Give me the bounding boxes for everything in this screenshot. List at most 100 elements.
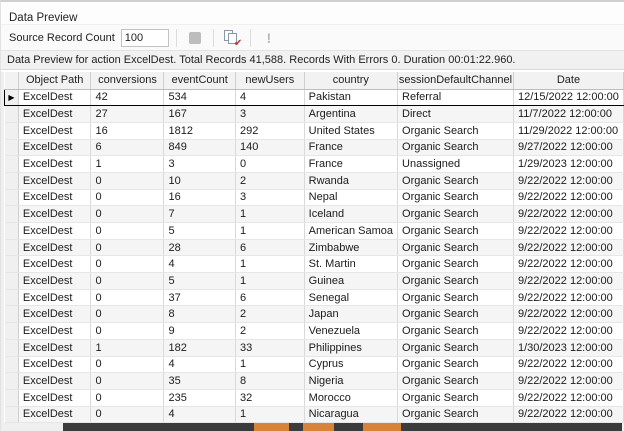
cell[interactable]: 1/30/2023 12:00:00 [513, 339, 623, 356]
cell[interactable]: ExcelDest [18, 239, 91, 256]
cell[interactable]: 0 [235, 156, 304, 173]
row-selector[interactable] [5, 223, 19, 240]
cell[interactable]: ExcelDest [18, 323, 91, 340]
cell[interactable]: 16 [164, 189, 235, 206]
cell[interactable]: 9/22/2022 12:00:00 [513, 206, 623, 223]
cell[interactable]: Venezuela [304, 323, 397, 340]
column-header-newUsers[interactable]: newUsers [235, 72, 304, 89]
cell[interactable]: 2 [235, 172, 304, 189]
cell[interactable]: 9/22/2022 12:00:00 [513, 273, 623, 290]
error-indicator-button[interactable]: ! [258, 28, 280, 48]
cell[interactable]: 2 [235, 323, 304, 340]
cell[interactable]: 0 [91, 356, 164, 373]
cell[interactable]: 167 [164, 106, 235, 123]
row-selector[interactable] [5, 339, 19, 356]
cell[interactable]: 0 [91, 223, 164, 240]
copy-results-button[interactable]: ✔ [221, 28, 243, 48]
cell[interactable]: St. Martin [304, 256, 397, 273]
cell[interactable]: Rwanda [304, 172, 397, 189]
cell[interactable]: 0 [91, 172, 164, 189]
cell[interactable]: ExcelDest [18, 273, 91, 290]
cell[interactable]: France [304, 156, 397, 173]
cell[interactable]: Referral [398, 89, 514, 106]
cell[interactable]: 182 [164, 339, 235, 356]
cell[interactable]: Cyprus [304, 356, 397, 373]
cell[interactable]: 6 [235, 289, 304, 306]
cell[interactable]: ExcelDest [18, 356, 91, 373]
cell[interactable]: ExcelDest [18, 223, 91, 240]
cell[interactable]: 5 [164, 223, 235, 240]
cell[interactable]: Nigeria [304, 373, 397, 390]
cell[interactable]: 9/22/2022 12:00:00 [513, 406, 623, 423]
cell[interactable]: 9 [164, 323, 235, 340]
column-header-eventCount[interactable]: eventCount [164, 72, 235, 89]
cell[interactable]: Philippines [304, 339, 397, 356]
cell[interactable]: Organic Search [398, 323, 514, 340]
cell[interactable]: 1 [235, 273, 304, 290]
cell[interactable]: Morocco [304, 389, 397, 406]
cell[interactable]: 1812 [164, 122, 235, 139]
cell[interactable]: 9/22/2022 12:00:00 [513, 189, 623, 206]
cell[interactable]: ExcelDest [18, 89, 91, 106]
cell[interactable]: 140 [235, 139, 304, 156]
cell[interactable]: 8 [235, 373, 304, 390]
row-selector[interactable] [5, 389, 19, 406]
cell[interactable]: 9/22/2022 12:00:00 [513, 223, 623, 240]
row-selector[interactable] [5, 406, 19, 423]
cell[interactable]: Organic Search [398, 139, 514, 156]
cell[interactable]: Organic Search [398, 339, 514, 356]
cell[interactable]: Senegal [304, 289, 397, 306]
cell[interactable]: Organic Search [398, 373, 514, 390]
cell[interactable]: United States [304, 122, 397, 139]
cell[interactable]: 16 [91, 122, 164, 139]
cell[interactable]: 33 [235, 339, 304, 356]
cell[interactable]: 8 [164, 306, 235, 323]
cell[interactable]: 1 [235, 356, 304, 373]
cell[interactable]: ExcelDest [18, 306, 91, 323]
cell[interactable]: 0 [91, 256, 164, 273]
cell[interactable]: Organic Search [398, 306, 514, 323]
row-selector[interactable] [5, 373, 19, 390]
cell[interactable]: Organic Search [398, 223, 514, 240]
cell[interactable]: American Samoa [304, 223, 397, 240]
cell[interactable]: ExcelDest [18, 189, 91, 206]
cell[interactable]: ExcelDest [18, 206, 91, 223]
stop-button[interactable] [184, 28, 206, 48]
cell[interactable]: ExcelDest [18, 106, 91, 123]
cell[interactable]: 9/22/2022 12:00:00 [513, 389, 623, 406]
cell[interactable]: 1 [91, 339, 164, 356]
row-selector[interactable] [5, 189, 19, 206]
cell[interactable]: ExcelDest [18, 172, 91, 189]
cell[interactable]: 6 [235, 239, 304, 256]
cell[interactable]: 9/22/2022 12:00:00 [513, 356, 623, 373]
cell[interactable]: 292 [235, 122, 304, 139]
cell[interactable]: 534 [164, 89, 235, 106]
cell[interactable]: Organic Search [398, 239, 514, 256]
cell[interactable]: 9/22/2022 12:00:00 [513, 306, 623, 323]
cell[interactable]: Nepal [304, 189, 397, 206]
cell[interactable]: 2 [235, 306, 304, 323]
cell[interactable]: 12/15/2022 12:00:00 [513, 89, 623, 106]
cell[interactable]: 9/22/2022 12:00:00 [513, 289, 623, 306]
cell[interactable]: 0 [91, 373, 164, 390]
cell[interactable]: 235 [164, 389, 235, 406]
cell[interactable]: France [304, 139, 397, 156]
cell[interactable]: ExcelDest [18, 339, 91, 356]
cell[interactable]: Organic Search [398, 122, 514, 139]
column-header-Date[interactable]: Date [513, 72, 623, 89]
cell[interactable]: 4 [164, 406, 235, 423]
cell[interactable]: 10 [164, 172, 235, 189]
cell[interactable]: Argentina [304, 106, 397, 123]
cell[interactable]: 3 [235, 106, 304, 123]
cell[interactable]: 1 [235, 406, 304, 423]
cell[interactable]: 4 [164, 256, 235, 273]
cell[interactable]: 4 [235, 89, 304, 106]
cell[interactable]: 4 [164, 356, 235, 373]
row-selector[interactable] [5, 156, 19, 173]
cell[interactable]: Organic Search [398, 289, 514, 306]
cell[interactable]: Nicaragua [304, 406, 397, 423]
column-header-country[interactable]: country [304, 72, 397, 89]
cell[interactable]: 11/29/2022 12:00:00 [513, 122, 623, 139]
cell[interactable]: 0 [91, 206, 164, 223]
cell[interactable]: Unassigned [398, 156, 514, 173]
